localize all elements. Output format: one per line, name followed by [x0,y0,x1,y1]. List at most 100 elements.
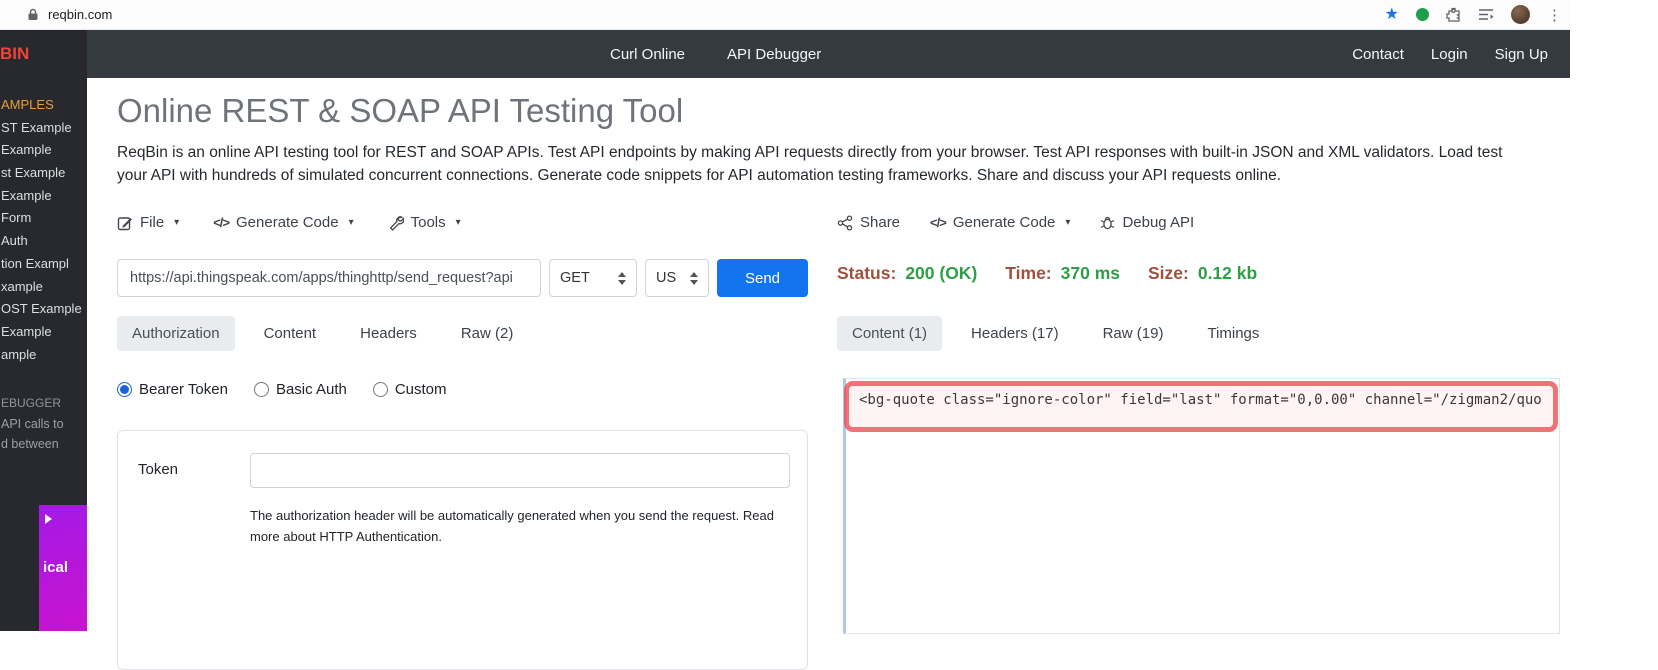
region-select[interactable]: US [645,259,709,297]
tab-authorization[interactable]: Authorization [117,316,235,351]
lock-icon [27,8,39,21]
share-label: Share [860,214,900,231]
request-tabs: Authorization Content Headers Raw (2) [117,316,528,351]
radio-custom[interactable]: Custom [373,381,447,398]
tab-raw[interactable]: Raw (2) [446,316,529,351]
status-label: Status: [837,263,896,284]
select-arrows-icon [690,272,698,285]
file-menu-label: File [140,214,164,231]
method-select[interactable]: GET [549,259,637,297]
tab-response-headers[interactable]: Headers (17) [956,316,1074,351]
auth-type-options: Bearer Token Basic Auth Custom [117,381,447,398]
extension-green-icon[interactable] [1416,8,1429,21]
region-value: US [656,270,676,286]
tools-menu[interactable]: Tools ▾ [388,214,461,231]
response-content-area[interactable]: <bg-quote class="ignore-color" field="la… [843,378,1560,634]
radio-selected-icon [117,382,132,397]
response-toolbar: Share </> Generate Code ▾ Debug API [837,214,1194,231]
size-label: Size: [1148,263,1189,284]
status-value: 200 (OK) [905,263,977,284]
sidebar-item[interactable]: Example [0,321,87,344]
code-icon: </> [930,215,946,230]
tools-label: Tools [411,214,446,231]
radio-label: Custom [395,381,447,398]
sidebar-section-examples: AMPLES [0,94,87,117]
promo-banner[interactable]: ical [39,505,87,631]
size-value: 0.12 kb [1198,263,1257,284]
sidebar-item[interactable]: Form [0,207,87,230]
sidebar-item[interactable]: st Example [0,162,87,185]
top-navbar: Curl Online API Debugger Contact Login S… [87,30,1570,78]
share-icon [837,215,853,231]
response-content-line: <bg-quote class="ignore-color" field="la… [846,379,1559,408]
response-tabs: Content (1) Headers (17) Raw (19) Timing… [837,316,1274,351]
browser-window: reqbin.com ★ ⋮ Curl Online API Debugger … [0,0,1570,631]
generate-code-menu-response[interactable]: </> Generate Code ▾ [930,214,1070,231]
generate-code-label: Generate Code [236,214,339,231]
chevron-down-icon: ▾ [456,217,461,228]
token-input[interactable] [250,453,790,488]
token-panel: Token The authorization header will be a… [117,430,808,670]
radio-bearer-token[interactable]: Bearer Token [117,381,228,398]
sidebar-section-debugger: EBUGGER [0,392,87,414]
token-help-text: The authorization header will be automat… [250,505,777,547]
address-bar[interactable]: reqbin.com [48,7,112,22]
time-label: Time: [1005,263,1051,284]
file-menu[interactable]: File ▾ [117,214,179,231]
chevron-right-icon [45,514,52,524]
nav-contact[interactable]: Contact [1352,46,1404,63]
reading-list-icon[interactable] [1478,8,1494,21]
tab-response-content[interactable]: Content (1) [837,316,942,351]
sidebar-item[interactable]: ST Example [0,117,87,140]
wrench-icon [388,215,404,231]
radio-icon [254,382,269,397]
nav-login[interactable]: Login [1431,46,1468,63]
tab-response-raw[interactable]: Raw (19) [1088,316,1179,351]
send-button[interactable]: Send [717,259,808,297]
generate-code-menu[interactable]: </> Generate Code ▾ [213,214,353,231]
profile-avatar[interactable] [1511,5,1530,24]
extensions-puzzle-icon[interactable] [1446,7,1461,22]
generate-code-label: Generate Code [953,214,1056,231]
sidebar-item[interactable]: tion Exampl [0,253,87,276]
sidebar-item[interactable]: Example [0,139,87,162]
nav-curl-online[interactable]: Curl Online [610,46,685,63]
chevron-down-icon: ▾ [1065,217,1070,228]
tab-response-timings[interactable]: Timings [1192,316,1274,351]
token-label: Token [138,461,178,478]
radio-label: Bearer Token [139,381,228,398]
page-description: ReqBin is an online API testing tool for… [117,141,1531,187]
chevron-down-icon: ▾ [174,217,179,228]
request-toolbar: File ▾ </> Generate Code ▾ Tools ▾ [117,214,461,231]
main-content: Online REST & SOAP API Testing Tool ReqB… [87,78,1570,631]
sidebar-item[interactable]: Auth [0,230,87,253]
code-icon: </> [213,215,229,230]
sidebar-item[interactable]: ample [0,344,87,367]
select-arrows-icon [618,272,626,285]
radio-label: Basic Auth [276,381,347,398]
sidebar-text-line: API calls to [0,414,87,434]
logo[interactable]: BIN [0,30,87,78]
sidebar-item[interactable]: xample [0,276,87,299]
sidebar-item[interactable]: Example [0,185,87,208]
share-button[interactable]: Share [837,214,900,231]
debug-api-button[interactable]: Debug API [1100,214,1194,231]
request-url-input[interactable] [117,259,541,297]
nav-signup[interactable]: Sign Up [1495,46,1548,63]
response-status-row: Status: 200 (OK) Time: 370 ms Size: 0.12… [837,263,1257,284]
edit-file-icon [117,215,133,231]
bookmark-star-icon[interactable]: ★ [1385,7,1399,23]
tab-headers[interactable]: Headers [345,316,432,351]
time-value: 370 ms [1061,263,1120,284]
nav-api-debugger[interactable]: API Debugger [727,46,821,63]
radio-basic-auth[interactable]: Basic Auth [254,381,347,398]
browser-menu-icon[interactable]: ⋮ [1547,6,1562,24]
sidebar-text-line: d between [0,434,87,454]
method-value: GET [560,270,590,286]
sidebar-item[interactable]: OST Example [0,298,87,321]
tab-content[interactable]: Content [249,316,332,351]
debug-icon [1100,215,1115,231]
request-url-row: GET US Send [117,259,808,297]
browser-chrome: reqbin.com ★ ⋮ [0,0,1570,30]
radio-icon [373,382,388,397]
